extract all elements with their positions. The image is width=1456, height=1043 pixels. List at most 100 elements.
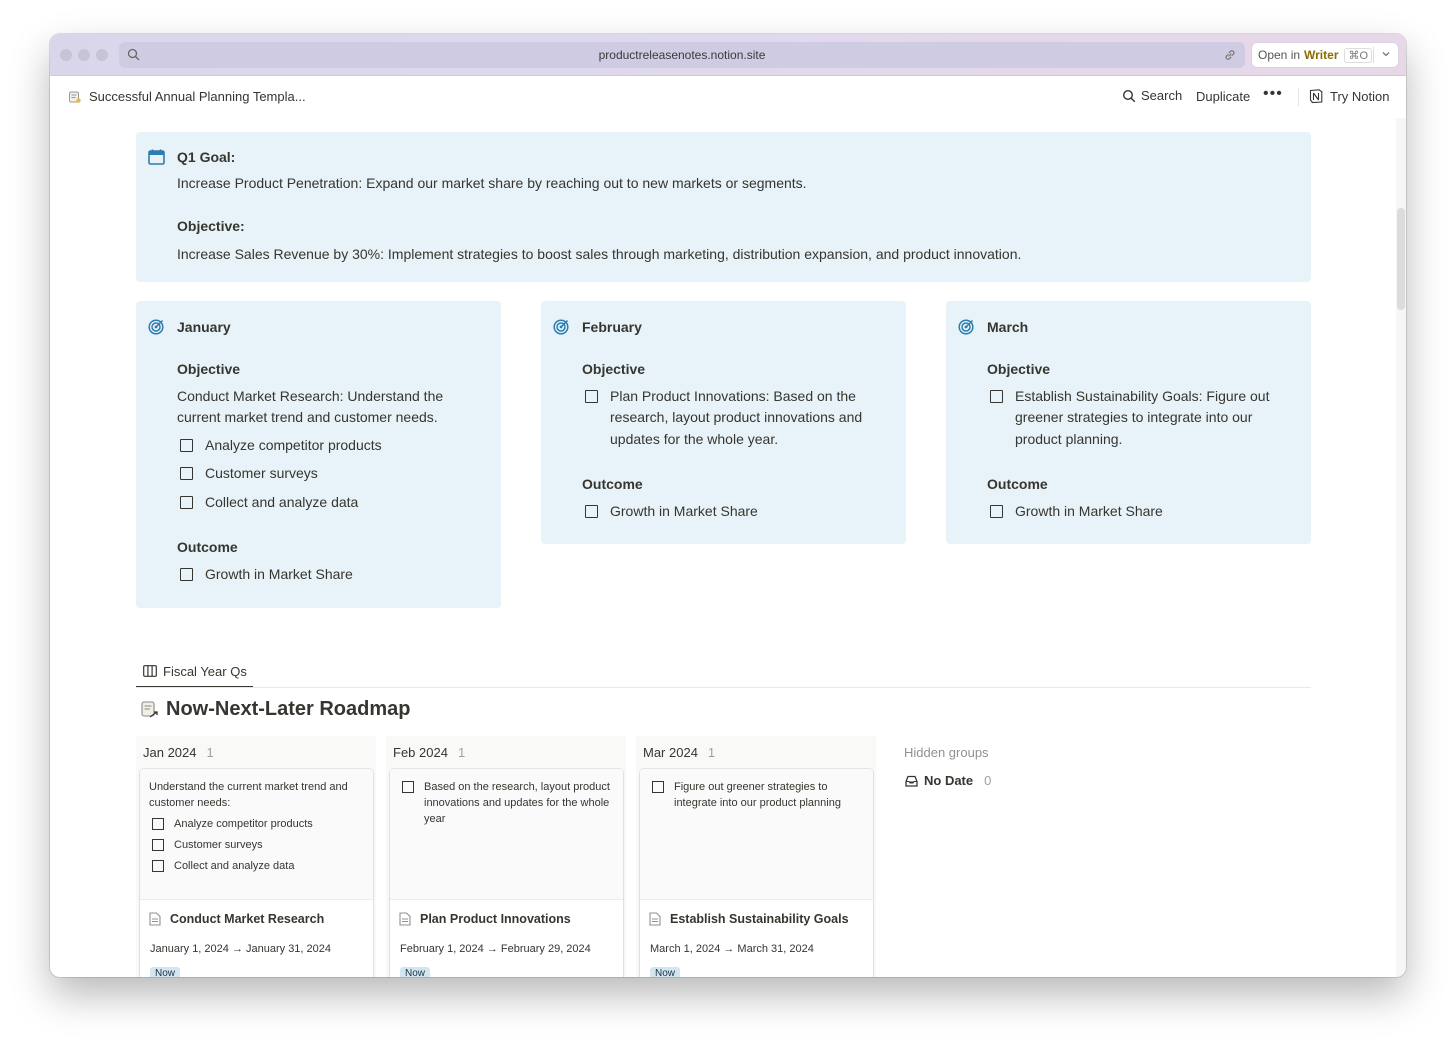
- todo-item[interactable]: Customer surveys: [149, 837, 363, 853]
- column-title: Feb 2024: [393, 745, 448, 760]
- search-button[interactable]: Search: [1122, 88, 1182, 103]
- todo-item[interactable]: Customer surveys: [177, 463, 482, 485]
- month-body: Objective Conduct Market Research: Under…: [177, 359, 482, 592]
- checkbox[interactable]: [990, 389, 1003, 403]
- checkbox[interactable]: [402, 781, 414, 793]
- hidden-group-no-date[interactable]: No Date 0: [905, 773, 991, 788]
- checkbox[interactable]: [152, 860, 164, 872]
- column-header[interactable]: Mar 2024 1: [643, 745, 715, 760]
- todo-item[interactable]: Collect and analyze data: [177, 492, 482, 514]
- target-icon: [553, 319, 569, 335]
- todo-label: Customer surveys: [174, 839, 263, 851]
- month-title: March: [987, 319, 1029, 335]
- todo-item[interactable]: Analyze competitor products: [177, 435, 482, 457]
- checkbox[interactable]: [152, 818, 164, 830]
- board-column-feb-2024: Feb 2024 1 Based on the research, layout …: [386, 736, 626, 977]
- todo-item[interactable]: Plan Product Innovations: Based on the r…: [582, 386, 887, 451]
- february-callout: February Objective Plan Product Innovati…: [541, 301, 906, 544]
- card-preview: Based on the research, layout product in…: [390, 769, 623, 900]
- card-intro-text: Understand the current market trend and …: [149, 781, 348, 809]
- todo-item[interactable]: Growth in Market Share: [177, 564, 482, 586]
- todo-label: Analyze competitor products: [174, 818, 313, 830]
- todo-item[interactable]: Growth in Market Share: [582, 501, 887, 523]
- search-label: Search: [1141, 88, 1183, 103]
- checkbox[interactable]: [990, 504, 1003, 518]
- notion-logo-icon: [1309, 89, 1323, 104]
- objective-heading: Objective: [987, 361, 1051, 377]
- outcome-heading: Outcome: [177, 539, 238, 555]
- zoom-window-button[interactable]: [96, 49, 108, 61]
- column-count: 1: [707, 745, 716, 760]
- open-in-app-name: Writer: [1304, 48, 1339, 62]
- todo-label: Collect and analyze data: [174, 860, 295, 872]
- divider: [1298, 88, 1299, 106]
- todo-item[interactable]: Establish Sustainability Goals: Figure o…: [987, 386, 1292, 451]
- todo-label: Plan Product Innovations: Based on the r…: [610, 387, 863, 447]
- target-icon: [148, 319, 164, 335]
- roadmap-page-icon: [141, 700, 158, 718]
- target-icon: [958, 319, 974, 335]
- open-in-label: Open in: [1258, 48, 1301, 62]
- chevron-down-icon[interactable]: [1381, 49, 1391, 59]
- more-options-icon[interactable]: •••: [1263, 85, 1283, 103]
- card-preview: Understand the current market trend and …: [140, 769, 373, 900]
- card-title-text: Plan Product Innovations: [420, 912, 571, 926]
- board-card[interactable]: Understand the current market trend and …: [140, 769, 373, 977]
- scrollbar-thumb[interactable]: [1397, 208, 1405, 310]
- todo-label: Growth in Market Share: [1015, 502, 1163, 519]
- column-title: Mar 2024: [643, 745, 698, 760]
- board-card[interactable]: Figure out greener strategies to integra…: [640, 769, 873, 977]
- try-notion-button[interactable]: Try Notion: [1308, 88, 1389, 104]
- card-title[interactable]: Establish Sustainability Goals: [649, 912, 849, 926]
- todo-item[interactable]: Growth in Market Share: [987, 501, 1292, 523]
- divider: [1373, 47, 1374, 63]
- column-header[interactable]: Jan 2024 1: [143, 745, 214, 760]
- tab-label: Fiscal Year Qs: [163, 663, 247, 679]
- checkbox[interactable]: [180, 495, 193, 509]
- todo-label: Customer surveys: [205, 465, 318, 481]
- duplicate-button[interactable]: Duplicate: [1196, 89, 1250, 104]
- checkbox[interactable]: [180, 438, 193, 452]
- column-header[interactable]: Feb 2024 1: [393, 745, 465, 760]
- close-window-button[interactable]: [60, 49, 72, 61]
- checkbox[interactable]: [180, 467, 193, 480]
- objective-text: Increase Sales Revenue by 30%: Implement…: [177, 246, 1022, 262]
- month-body: Objective Plan Product Innovations: Base…: [582, 359, 887, 529]
- checkbox[interactable]: [180, 567, 193, 581]
- board-view-icon: [143, 665, 157, 677]
- todo-item[interactable]: Figure out greener strategies to integra…: [649, 779, 863, 811]
- todo-item[interactable]: Analyze competitor products: [149, 816, 363, 832]
- checkbox[interactable]: [585, 389, 598, 403]
- minimize-window-button[interactable]: [78, 49, 90, 61]
- todo-item[interactable]: Collect and analyze data: [149, 858, 363, 874]
- card-title[interactable]: Plan Product Innovations: [399, 912, 571, 926]
- todo-label: Growth in Market Share: [205, 565, 353, 582]
- tab-fiscal-year-qs[interactable]: Fiscal Year Qs: [136, 656, 253, 688]
- todo-label: Establish Sustainability Goals: Figure o…: [1015, 387, 1270, 447]
- card-date-range: February 1, 2024 → February 29, 2024: [400, 943, 591, 955]
- todo-label: Figure out greener strategies to integra…: [674, 781, 841, 809]
- todo-item[interactable]: Based on the research, layout product in…: [399, 779, 613, 827]
- document-icon: [149, 912, 161, 926]
- goal-heading: Q1 Goal:: [177, 149, 236, 165]
- card-date-range: March 1, 2024 → March 31, 2024: [650, 943, 814, 955]
- checkbox[interactable]: [585, 504, 598, 518]
- card-title[interactable]: Conduct Market Research: [149, 912, 324, 926]
- page-icon: [69, 91, 81, 103]
- january-callout: January Objective Conduct Market Researc…: [136, 301, 501, 608]
- document-icon: [399, 912, 411, 926]
- open-in-app-button[interactable]: Open in Writer ⌘O: [1251, 42, 1399, 68]
- address-bar[interactable]: productreleasenotes.notion.site: [119, 42, 1245, 68]
- board-column-jan-2024: Jan 2024 1 Understand the current market …: [136, 736, 376, 977]
- checkbox[interactable]: [152, 839, 164, 851]
- board-card[interactable]: Based on the research, layout product in…: [390, 769, 623, 977]
- goal-text: Increase Product Penetration: Expand our…: [177, 175, 807, 191]
- card-preview: Figure out greener strategies to integra…: [640, 769, 873, 900]
- march-callout: March Objective Establish Sustainability…: [946, 301, 1311, 544]
- objective-text: Conduct Market Research: Understand the …: [177, 387, 444, 426]
- checkbox[interactable]: [652, 781, 664, 793]
- database-title[interactable]: Now-Next-Later Roadmap: [140, 698, 410, 721]
- link-icon[interactable]: [1223, 48, 1237, 62]
- objective-heading: Objective: [582, 361, 646, 377]
- breadcrumb-page-title[interactable]: Successful Annual Planning Templa...: [89, 89, 306, 104]
